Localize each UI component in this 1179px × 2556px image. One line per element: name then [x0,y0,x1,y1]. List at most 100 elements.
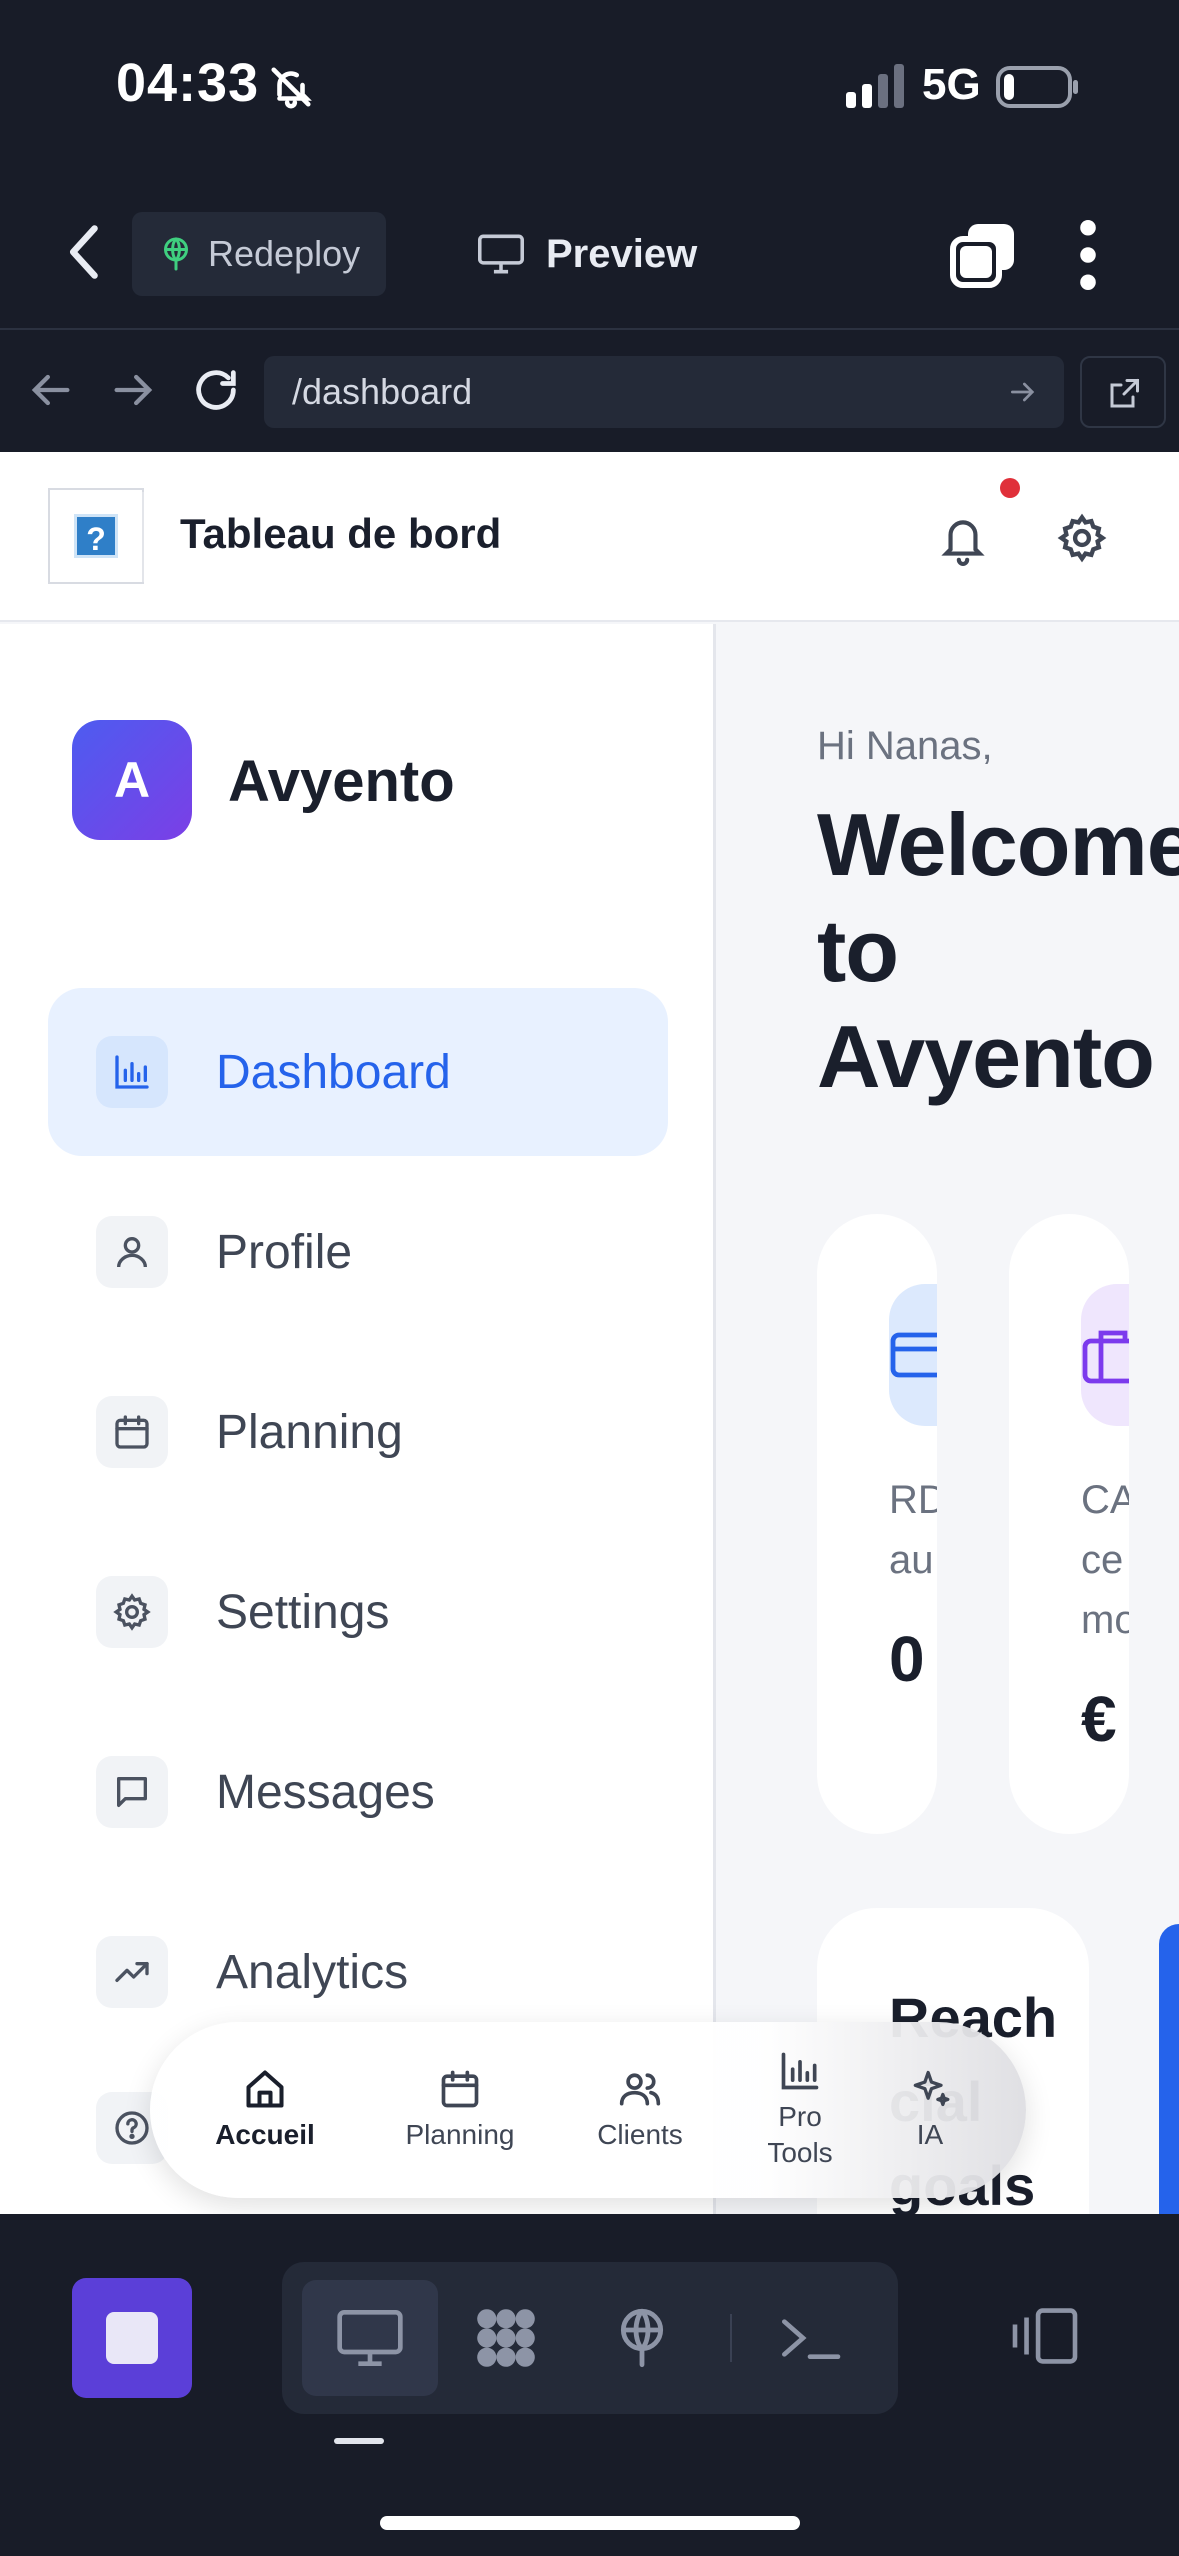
logo-placeholder-icon: ? [74,514,118,558]
stat-label-line: CA [1081,1478,1129,1522]
nav-icon-box [96,1576,168,1648]
preview-tab[interactable]: Preview [478,212,697,296]
nav-icon-box [96,1396,168,1468]
workspace-dock [0,2214,1179,2556]
stat-card[interactable]: CA ce mo € [1009,1214,1129,1834]
stat-label-line: RD [889,1478,937,1522]
greeting: Hi Nanas, [817,724,993,768]
nav-icon-box [96,1036,168,1108]
bottom-nav-ia[interactable]: IA [880,2022,980,2198]
go-arrow-icon[interactable] [1006,376,1040,408]
preview-tool-button[interactable] [302,2280,438,2396]
url-input[interactable]: /dashboard [264,356,1064,428]
nav-icon-box [96,1936,168,2008]
home-icon [246,2070,284,2108]
deploy-icon [164,237,188,271]
split-view-icon[interactable] [1010,2306,1080,2366]
bottom-nav-label: Pro Tools [767,2101,833,2168]
monitor-icon [337,2310,403,2366]
active-tool-indicator [334,2438,384,2444]
bottom-nav-pro-tools[interactable]: Pro Tools [740,2022,860,2198]
credit-card-icon [890,1332,937,1378]
sidebar-item-planning[interactable]: Planning [48,1348,668,1516]
bottom-nav-clients[interactable]: Clients [580,2022,700,2198]
forward-arrow-icon[interactable] [108,364,160,416]
back-chevron-icon[interactable] [62,222,110,282]
sidebar-item-settings[interactable]: Settings [48,1528,668,1696]
sidebar-item-label: Messages [216,1765,435,1819]
welcome-heading: Welcome to Avyento [817,792,1179,1110]
agent-tool-button[interactable] [438,2280,574,2396]
dock-divider [730,2314,732,2362]
main-content: Hi Nanas, Welcome to Avyento RD au 0 CA … [719,624,1179,2214]
network-type: 5G [922,60,981,109]
reload-icon[interactable] [190,364,242,416]
brand-name: Avyento [228,749,455,814]
bottom-nav-label: Clients [597,2119,683,2150]
sidebar-item-label: Profile [216,1225,353,1279]
stat-icon-box [889,1284,937,1426]
trending-up-icon [115,1962,149,1982]
welcome-line: Avyento [817,1007,1155,1106]
tabs-icon[interactable] [950,222,1016,288]
back-arrow-icon[interactable] [24,364,76,416]
redeploy-label: Redeploy [208,233,361,274]
calendar-icon [441,2070,479,2108]
message-icon [117,1777,147,1807]
deploy-tool-button[interactable] [574,2280,710,2396]
signal-icon [846,64,904,108]
calendar-icon [115,1415,149,1449]
bell-muted-icon [271,67,312,109]
stop-button[interactable] [72,2278,192,2398]
bottom-nav-label: Planning [405,2119,515,2150]
stat-label-line: ce [1081,1538,1124,1582]
header-divider [142,492,144,582]
home-indicator[interactable] [380,2516,800,2530]
open-external-button[interactable] [1080,356,1166,428]
status-time: 04:33 [116,53,260,113]
bar-chart-icon [781,2052,819,2090]
brand-avatar: A [72,720,192,840]
sidebar-item-messages[interactable]: Messages [48,1708,668,1876]
stat-label-line: au [889,1538,934,1582]
agent-icon [477,2309,535,2367]
web-page: ? Tableau de bord A Avyento Dashboard Pr… [0,452,1179,2214]
stat-label: CA ce mo [1081,1470,1129,1650]
url-text: /dashboard [292,371,473,412]
gear-icon [113,1593,151,1631]
sidebar-item-label: Planning [216,1405,403,1459]
bottom-nav-planning[interactable]: Planning [390,2022,530,2198]
url-row: /dashboard [0,332,1179,452]
deploy-icon [620,2308,664,2368]
user-icon [117,1237,147,1268]
stat-label-line: mo [1081,1598,1129,1642]
bar-chart-icon [115,1055,149,1089]
settings-gear-icon[interactable] [1056,512,1108,564]
redeploy-button[interactable]: Redeploy [132,212,386,296]
page-title: Tableau de bord [180,510,502,557]
notification-dot [1000,478,1020,498]
battery-icon [996,66,1078,108]
stat-value: € [1081,1683,1117,1755]
sidebar-item-profile[interactable]: Profile [48,1168,668,1336]
status-bar: 04:33 5G [0,0,1179,170]
stop-icon [106,2312,158,2364]
tool-switcher [282,2262,898,2414]
shell-tool-button[interactable] [742,2280,878,2396]
users-icon [619,2073,661,2106]
stat-icon-box [1081,1284,1129,1426]
sidebar-item-label: Dashboard [216,1045,451,1099]
bottom-nav: Accueil Planning Clients Pro Tools IA [150,2022,1026,2198]
nav-icon-box [96,1756,168,1828]
notification-bell-icon[interactable] [938,512,988,566]
monitor-icon [478,234,524,274]
sidebar-item-dashboard[interactable]: Dashboard [48,988,668,1156]
logo[interactable]: ? [48,488,144,584]
bottom-nav-accueil[interactable]: Accueil [200,2022,330,2198]
welcome-line: to [817,901,899,1000]
briefcase-icon [1082,1330,1129,1384]
more-options-icon[interactable] [1076,220,1100,290]
preview-label: Preview [546,231,698,276]
stat-card[interactable]: RD au 0 [817,1214,937,1834]
action-card-edge[interactable] [1159,1924,1179,2214]
